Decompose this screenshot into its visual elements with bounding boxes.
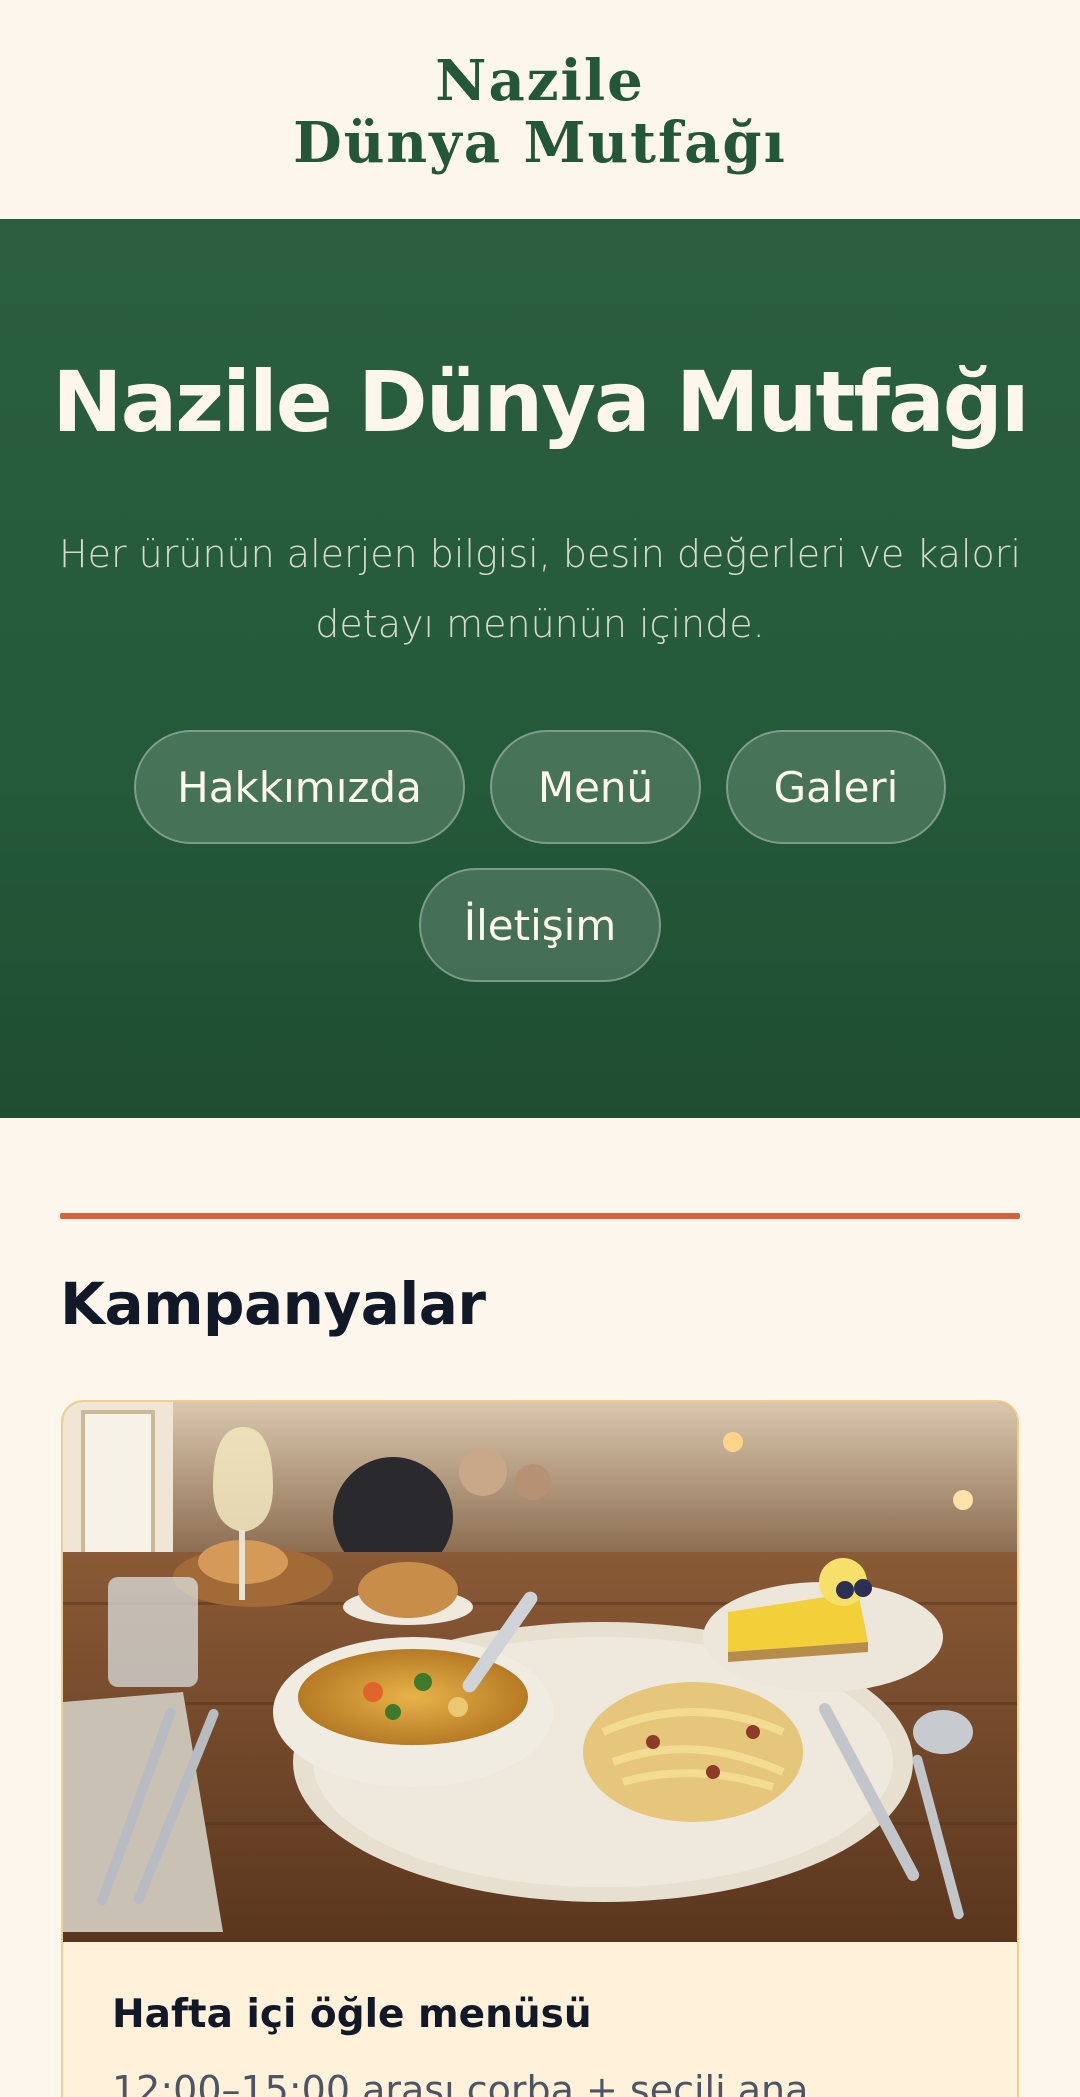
- campaign-card[interactable]: Hafta içi öğle menüsü 12:00–15:00 arası …: [61, 1400, 1019, 2097]
- section-title-campaigns: Kampanyalar: [60, 1270, 486, 1338]
- section-divider: [60, 1213, 1020, 1219]
- logo-line-2: Dünya Mutfağı: [293, 109, 787, 176]
- hero-section: Nazile Dünya Mutfağı Her ürünün alerjen …: [0, 219, 1080, 1118]
- hero-subtitle: Her ürünün alerjen bilgisi, besin değerl…: [59, 532, 1021, 646]
- lunch-table-photo: [63, 1402, 1017, 1942]
- nav-button-gallery[interactable]: Galeri: [726, 730, 946, 844]
- campaign-card-body: Hafta içi öğle menüsü 12:00–15:00 arası …: [63, 1942, 1017, 2097]
- campaign-card-description: 12:00–15:00 arası çorba + seçili ana: [112, 2068, 809, 2097]
- site-header: Nazile Dünya Mutfağı: [0, 0, 1080, 219]
- logo-line-1: Nazile: [435, 47, 645, 114]
- nav-button-contact[interactable]: İletişim: [419, 868, 661, 982]
- campaign-card-title: Hafta içi öğle menüsü: [112, 1992, 592, 2037]
- hero-title: Nazile Dünya Mutfağı: [52, 353, 1029, 451]
- nav-button-about[interactable]: Hakkımızda: [134, 730, 465, 844]
- brand-logo[interactable]: Nazile Dünya Mutfağı: [293, 50, 787, 174]
- nav-button-menu[interactable]: Menü: [490, 730, 701, 844]
- campaign-card-image: [63, 1402, 1017, 1942]
